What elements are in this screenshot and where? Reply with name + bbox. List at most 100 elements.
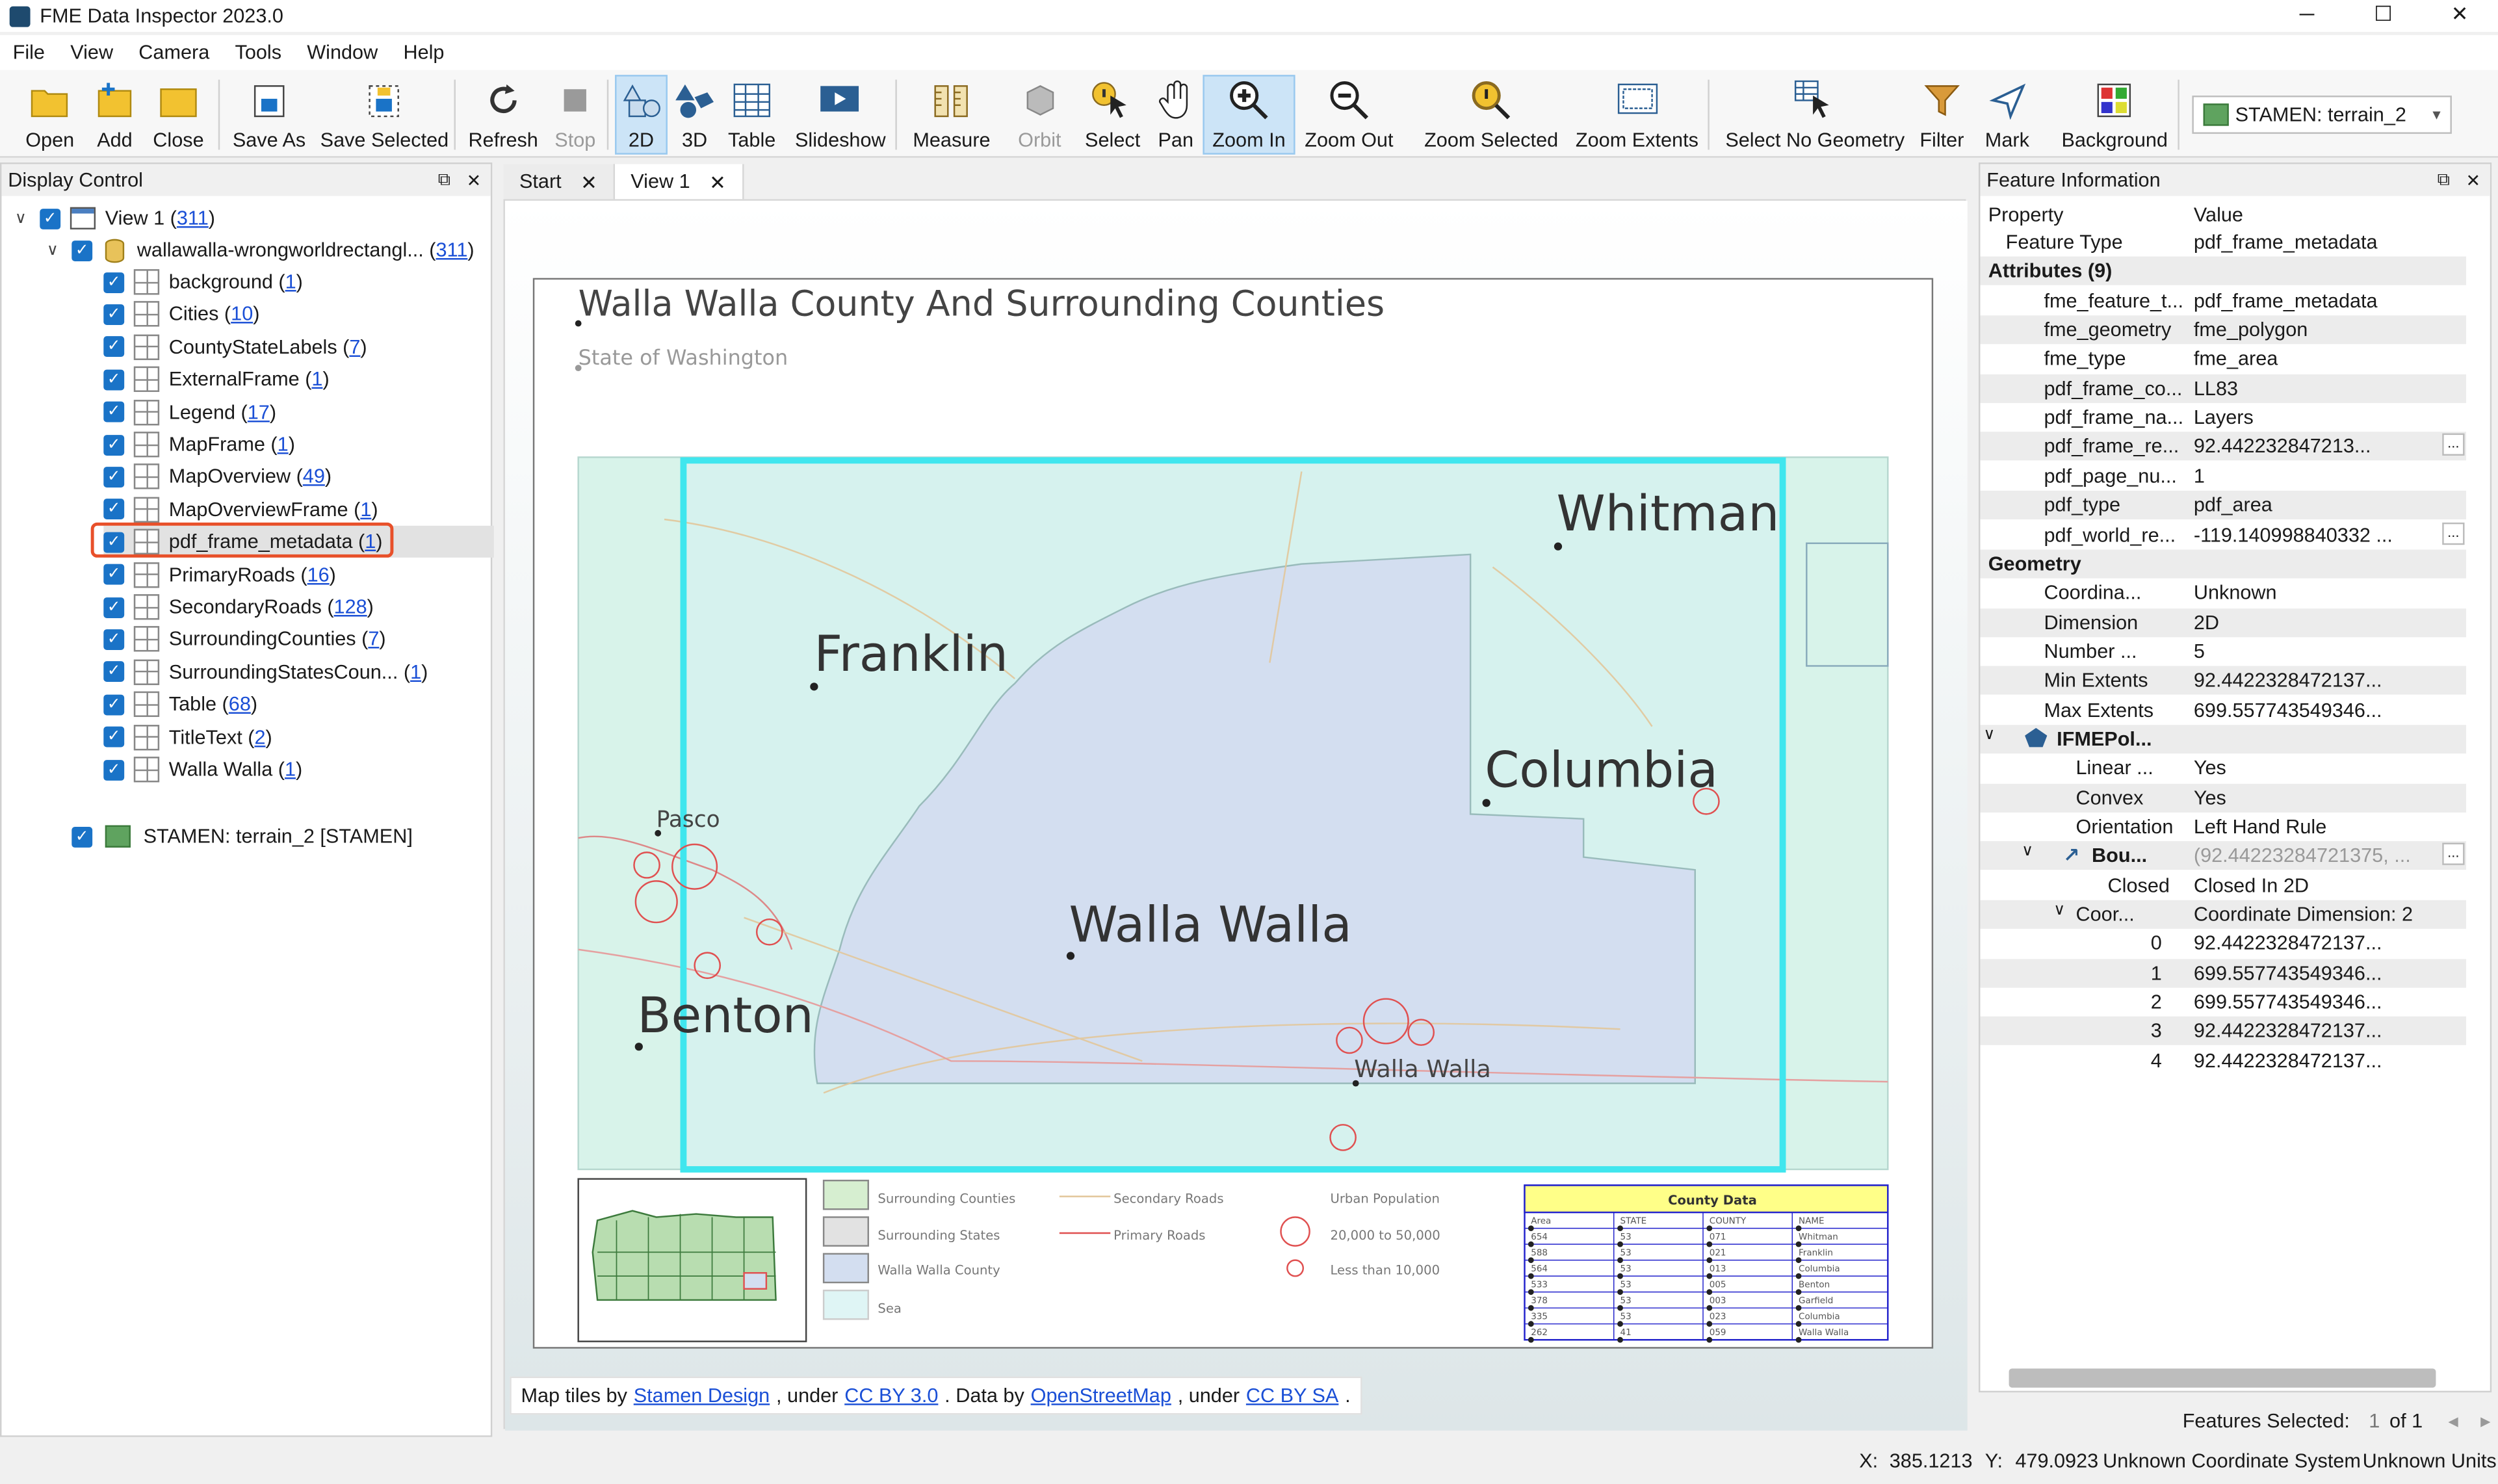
more-button[interactable]: ... [2442, 843, 2465, 866]
feature-count-link[interactable]: 1 [365, 531, 376, 553]
checkbox[interactable]: ✓ [103, 629, 125, 650]
horizontal-scrollbar[interactable] [2009, 1368, 2436, 1388]
property-row[interactable]: Dimension 2D [1980, 608, 2466, 637]
property-row[interactable]: ∨Geometry [1980, 549, 2466, 579]
column-value[interactable]: Value [2194, 204, 2243, 226]
layer-item[interactable]: ✓ TitleText (2) [103, 721, 272, 753]
zoom-extents-button[interactable]: Zoom Extents [1576, 77, 1698, 157]
save-selected-button[interactable]: Save Selected [320, 77, 449, 157]
chevron-down-icon[interactable]: ∨ [43, 241, 62, 259]
vertical-scrollbar[interactable] [2474, 205, 2487, 1353]
tab-view-1[interactable]: View 1 ✕ [614, 164, 744, 200]
property-row[interactable]: Closed Closed In 2D [1980, 871, 2466, 900]
layer-item[interactable]: ✓ Walla Walla (1) [103, 753, 302, 785]
orbit-button[interactable]: Orbit [1018, 77, 1061, 157]
tree-item-dataset[interactable]: ∨ ✓ wallawalla-wrongworldrectangl... (31… [43, 234, 475, 266]
chevron-down-icon[interactable]: ∨ [2053, 902, 2065, 919]
more-button[interactable]: ... [2442, 521, 2465, 544]
property-row[interactable]: 2 699.557743549346... [1980, 988, 2466, 1017]
openstreetmap-link[interactable]: OpenStreetMap [1031, 1385, 1171, 1407]
layer-item[interactable]: ✓ SecondaryRoads (128) [103, 591, 374, 623]
property-row[interactable]: Number ... 5 [1980, 637, 2466, 666]
checkbox[interactable]: ✓ [103, 336, 125, 358]
close-window-button[interactable]: ✕ [2421, 0, 2498, 32]
tree-item-basemap[interactable]: ✓ STAMEN: terrain_2 [STAMEN] [72, 820, 413, 852]
close-button[interactable]: Close [153, 77, 204, 157]
map-canvas[interactable]: Walla Walla County And Surrounding Count… [504, 200, 1968, 1431]
float-panel-icon[interactable]: ⧉ [438, 170, 450, 190]
feature-count-link[interactable]: 2 [254, 726, 265, 748]
menu-help[interactable]: Help [391, 42, 457, 64]
background-button[interactable]: Background [2061, 77, 2168, 157]
property-row[interactable]: ∨Attributes (9) [1980, 257, 2466, 286]
checkbox[interactable]: ✓ [103, 499, 125, 520]
measure-button[interactable]: Measure [913, 77, 991, 157]
property-row[interactable]: pdf_frame_na... Layers [1980, 403, 2466, 432]
save-as-button[interactable]: Save As [233, 77, 306, 157]
stamen-link[interactable]: Stamen Design [634, 1385, 770, 1407]
feature-count-link[interactable]: 128 [334, 596, 367, 618]
view-3d-button[interactable]: 3D [674, 77, 716, 157]
property-row[interactable]: pdf_world_re... -119.140998840332 ...... [1980, 520, 2466, 549]
checkbox[interactable]: ✓ [103, 369, 125, 390]
menu-view[interactable]: View [58, 42, 126, 64]
checkbox[interactable]: ✓ [103, 596, 125, 618]
float-panel-icon[interactable]: ⧉ [2438, 170, 2450, 190]
property-row[interactable]: Orientation Left Hand Rule [1980, 813, 2466, 841]
chevron-down-icon[interactable]: ∨ [11, 209, 30, 227]
layer-item[interactable]: ✓ MapOverview (49) [103, 461, 332, 493]
select-button[interactable]: Select [1085, 77, 1140, 157]
tree-item-view[interactable]: ∨ ✓ View 1 (311) [11, 202, 215, 234]
checkbox[interactable]: ✓ [72, 239, 93, 261]
feature-count-link[interactable]: 1 [285, 271, 296, 293]
property-row[interactable]: Linear ... Yes [1980, 754, 2466, 783]
layer-item[interactable]: ✓ background (1) [103, 266, 303, 298]
selected-index[interactable]: 1 [2369, 1409, 2380, 1431]
close-icon[interactable]: ✕ [709, 170, 726, 193]
checkbox[interactable]: ✓ [103, 304, 125, 325]
feature-count-link[interactable]: 1 [410, 661, 421, 683]
property-row[interactable]: 3 92.4422328472137... [1980, 1017, 2466, 1046]
checkbox[interactable]: ✓ [103, 531, 125, 553]
zoom-selected-button[interactable]: Zoom Selected [1424, 77, 1558, 157]
close-icon[interactable]: ✕ [580, 170, 597, 193]
layer-item[interactable]: ✓ SurroundingCounties (7) [103, 623, 386, 655]
table-button[interactable]: Table [728, 77, 775, 157]
property-row[interactable]: 1 699.557743549346... [1980, 958, 2466, 987]
refresh-button[interactable]: Refresh [469, 77, 538, 157]
property-row[interactable]: pdf_frame_co... LL83 [1980, 374, 2466, 403]
view-2d-button[interactable]: 2D [615, 75, 668, 155]
layer-item[interactable]: ✓ SurroundingStatesCoun... (1) [103, 656, 428, 688]
layer-item[interactable]: ✓ MapOverviewFrame (1) [103, 493, 378, 525]
property-row[interactable]: fme_type fme_area [1980, 345, 2466, 373]
checkbox[interactable]: ✓ [103, 759, 125, 780]
select-no-geometry-button[interactable]: Select No Geometry [1725, 77, 1905, 157]
property-row[interactable]: Feature Type pdf_frame_metadata [1980, 228, 2466, 256]
feature-count-link[interactable]: 17 [248, 401, 270, 423]
background-map-select[interactable]: STAMEN: terrain_2 ▾ [2192, 96, 2452, 134]
menu-camera[interactable]: Camera [126, 42, 222, 64]
map-view[interactable]: Walla Walla County And Surrounding Count… [503, 199, 1968, 1431]
open-button[interactable]: Open [25, 77, 74, 157]
checkbox[interactable]: ✓ [103, 434, 125, 455]
feature-count-link[interactable]: 1 [360, 499, 371, 521]
checkbox[interactable]: ✓ [103, 694, 125, 715]
layer-item[interactable]: ✓ Table (68) [103, 688, 257, 720]
feature-count-link[interactable]: 68 [229, 694, 251, 716]
feature-count-link[interactable]: 1 [311, 369, 322, 391]
feature-count-link[interactable]: 16 [307, 564, 330, 586]
menu-file[interactable]: File [0, 42, 58, 64]
zoom-out-button[interactable]: Zoom Out [1305, 77, 1393, 157]
layer-item[interactable]: ✓ PrimaryRoads (16) [103, 558, 336, 590]
more-button[interactable]: ... [2442, 434, 2465, 457]
property-row[interactable]: ∨ ↗ Bou... (92.44223284721375, ...... [1980, 841, 2466, 871]
property-row[interactable]: Min Extents 92.4422328472137... [1980, 666, 2466, 696]
feature-count-link[interactable]: 7 [368, 629, 379, 651]
menu-tools[interactable]: Tools [222, 42, 294, 64]
checkbox[interactable]: ✓ [72, 826, 93, 847]
feature-count-link[interactable]: 7 [349, 336, 360, 358]
layer-item[interactable]: ✓ MapFrame (1) [103, 428, 295, 460]
checkbox[interactable]: ✓ [103, 564, 125, 585]
add-button[interactable]: Add [94, 77, 136, 157]
checkbox[interactable]: ✓ [103, 466, 125, 488]
